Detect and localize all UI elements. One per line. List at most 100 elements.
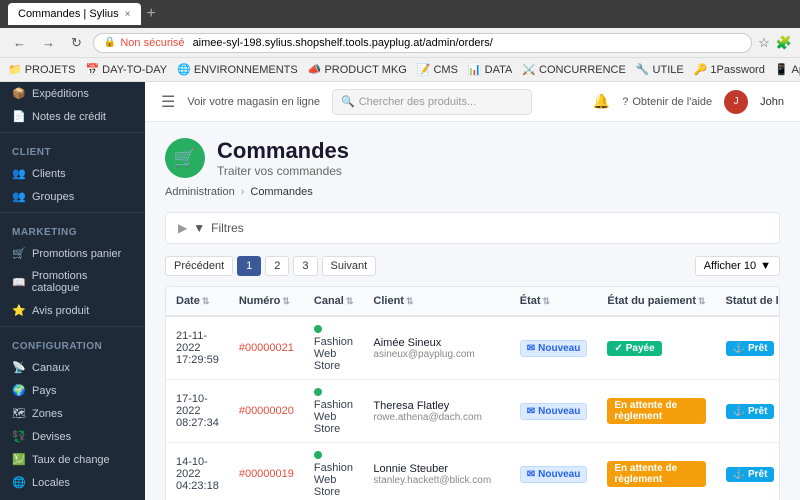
- search-box[interactable]: 🔍 Chercher des produits...: [332, 89, 532, 115]
- col-numero[interactable]: Numéro⇅: [229, 287, 304, 316]
- sidebar-item-paiement[interactable]: 💳 Moyens de paiement: [0, 494, 145, 500]
- bookmark-mkg[interactable]: 📣 PRODUCT MKG: [308, 63, 407, 76]
- bookmark-day[interactable]: 📅 DAY-TO-DAY: [85, 63, 167, 76]
- orders-table: Date⇅ Numéro⇅ Canal⇅ Client⇅ État⇅ État …: [166, 287, 780, 500]
- user-avatar: J: [724, 90, 748, 114]
- breadcrumb-current: Commandes: [250, 186, 312, 198]
- back-button[interactable]: ←: [8, 33, 31, 52]
- sidebar-label-canaux: Canaux: [32, 362, 70, 374]
- pays-icon: 🌍: [12, 384, 26, 397]
- breadcrumb-separator: ›: [241, 186, 245, 198]
- cell-number-1[interactable]: #00000021: [229, 316, 304, 380]
- table-row: 17-10-2022 08:27:34 #00000020 Fashion We…: [166, 380, 780, 443]
- col-canal[interactable]: Canal⇅: [304, 287, 364, 316]
- page-3-button[interactable]: 3: [293, 256, 317, 276]
- view-store-link[interactable]: Voir votre magasin en ligne: [187, 96, 320, 108]
- refresh-button[interactable]: ↻: [66, 33, 87, 53]
- pagination-row: Précédent 1 2 3 Suivant Afficher 10 ▼: [165, 256, 780, 276]
- sidebar-item-promo-panier[interactable]: 🛒 Promotions panier: [0, 242, 145, 265]
- page-1-button[interactable]: 1: [237, 256, 261, 276]
- table-row: 21-11-2022 17:29:59 #00000021 Fashion We…: [166, 316, 780, 380]
- filter-bar[interactable]: ▶ ▼ Filtres: [165, 212, 780, 244]
- page-title: Commandes: [217, 138, 349, 164]
- sidebar-section-config: CONFIGURATION: [0, 331, 145, 356]
- breadcrumb-admin[interactable]: Administration: [165, 186, 235, 198]
- cell-paiement-2: En attente de règlement: [597, 380, 715, 443]
- cell-number-3[interactable]: #00000019: [229, 443, 304, 500]
- sidebar-item-promo-catalogue[interactable]: 📖 Promotions catalogue: [0, 265, 145, 299]
- cell-canal-2: Fashion Web Store: [304, 380, 364, 443]
- sidebar-label-promo-panier: Promotions panier: [32, 248, 121, 260]
- sidebar-item-avis-produit[interactable]: ⭐ Avis produit: [0, 299, 145, 322]
- ship-icon: ⚓: [733, 343, 745, 354]
- table-header: Date⇅ Numéro⇅ Canal⇅ Client⇅ État⇅ État …: [166, 287, 780, 316]
- sidebar-item-canaux[interactable]: 📡 Canaux: [0, 356, 145, 379]
- help-link[interactable]: ? Obtenir de l'aide: [622, 96, 712, 108]
- url-bar[interactable]: 🔒 Non sécurisé aimee-syl-198.sylius.shop…: [93, 33, 752, 53]
- cell-client-2: Theresa Flatleyrowe.athena@dach.com: [363, 380, 509, 443]
- search-placeholder: Chercher des produits...: [359, 96, 476, 108]
- search-icon: 🔍: [341, 95, 355, 108]
- sidebar-item-groupes[interactable]: 👥 Groupes: [0, 185, 145, 208]
- envelope-icon-2: ✉: [527, 406, 535, 417]
- prev-page-button[interactable]: Précédent: [165, 256, 233, 276]
- sidebar-item-devises[interactable]: 💱 Devises: [0, 425, 145, 448]
- cell-date-3: 14-10-2022 04:23:18: [166, 443, 229, 500]
- main-content: ☰ Voir votre magasin en ligne 🔍 Chercher…: [145, 82, 800, 500]
- sidebar-item-zones[interactable]: 🗺 Zones: [0, 402, 145, 425]
- tab-close-button[interactable]: ×: [125, 9, 131, 20]
- col-date[interactable]: Date⇅: [166, 287, 229, 316]
- sidebar-divider-3: [0, 326, 145, 327]
- groupes-icon: 👥: [12, 190, 26, 203]
- cell-etat-1: ✉Nouveau: [510, 316, 598, 380]
- bookmark-star-icon[interactable]: ☆: [758, 35, 770, 51]
- pagination: Précédent 1 2 3 Suivant: [165, 256, 376, 276]
- bookmark-cms[interactable]: 📝 CMS: [417, 63, 458, 76]
- sidebar-item-locales[interactable]: 🌐 Locales: [0, 471, 145, 494]
- bookmark-appstore[interactable]: 📱 App Store Connect: [775, 63, 800, 76]
- next-page-button[interactable]: Suivant: [322, 256, 377, 276]
- sidebar-item-expeditions[interactable]: 📦 Expéditions: [0, 82, 145, 105]
- extension-icon[interactable]: 🧩: [776, 35, 792, 51]
- bookmark-utile[interactable]: 🔧 UTILE: [636, 63, 684, 76]
- col-etat-paiement[interactable]: État du paiement⇅: [597, 287, 715, 316]
- forward-button[interactable]: →: [37, 33, 60, 52]
- bookmark-projets[interactable]: 📁 PROJETS: [8, 63, 75, 76]
- canaux-icon: 📡: [12, 361, 26, 374]
- sidebar-item-taux-change[interactable]: 💹 Taux de change: [0, 448, 145, 471]
- col-client[interactable]: Client⇅: [363, 287, 509, 316]
- url-text: Non sécurisé: [120, 37, 184, 49]
- page-2-button[interactable]: 2: [265, 256, 289, 276]
- top-bar-right: 🔔 ? Obtenir de l'aide J John: [593, 90, 784, 114]
- bookmark-1password[interactable]: 🔑 1Password: [694, 63, 765, 76]
- sidebar-label-notes-credit: Notes de crédit: [32, 111, 106, 123]
- table-body: 21-11-2022 17:29:59 #00000021 Fashion We…: [166, 316, 780, 500]
- sidebar-item-notes-credit[interactable]: 📄 Notes de crédit: [0, 105, 145, 128]
- bookmark-env[interactable]: 🌐 ENVIRONNEMENTS: [177, 63, 298, 76]
- envelope-icon-3: ✉: [527, 469, 535, 480]
- browser-tab[interactable]: Commandes | Sylius ×: [8, 3, 141, 25]
- taux-change-icon: 💹: [12, 453, 26, 466]
- sidebar-item-clients[interactable]: 👥 Clients: [0, 162, 145, 185]
- sidebar-label-pays: Pays: [32, 385, 56, 397]
- channel-dot-2: [314, 388, 322, 396]
- page-title-block: Commandes Traiter vos commandes: [217, 138, 349, 178]
- cell-number-2[interactable]: #00000020: [229, 380, 304, 443]
- sidebar-label-expeditions: Expéditions: [32, 88, 89, 100]
- sidebar-item-pays[interactable]: 🌍 Pays: [0, 379, 145, 402]
- bookmark-concurrence[interactable]: ⚔️ CONCURRENCE: [522, 63, 625, 76]
- filter-arrow-icon: ▶: [178, 221, 187, 235]
- sidebar-divider-1: [0, 132, 145, 133]
- breadcrumb: Administration › Commandes: [165, 186, 780, 198]
- col-etat[interactable]: État⇅: [510, 287, 598, 316]
- show-select[interactable]: Afficher 10 ▼: [695, 256, 780, 276]
- new-tab-button[interactable]: +: [147, 5, 156, 23]
- cell-livraison-1: ⚓Prêt: [716, 316, 780, 380]
- bookmark-data[interactable]: 📊 DATA: [468, 63, 512, 76]
- check-icon: ✓: [614, 343, 622, 354]
- hamburger-button[interactable]: ☰: [161, 92, 175, 112]
- col-livraison[interactable]: Statut de la livraison⇅: [716, 287, 780, 316]
- page-icon: 🛒: [165, 138, 205, 178]
- envelope-icon: ✉: [527, 343, 535, 354]
- bell-icon[interactable]: 🔔: [593, 93, 610, 110]
